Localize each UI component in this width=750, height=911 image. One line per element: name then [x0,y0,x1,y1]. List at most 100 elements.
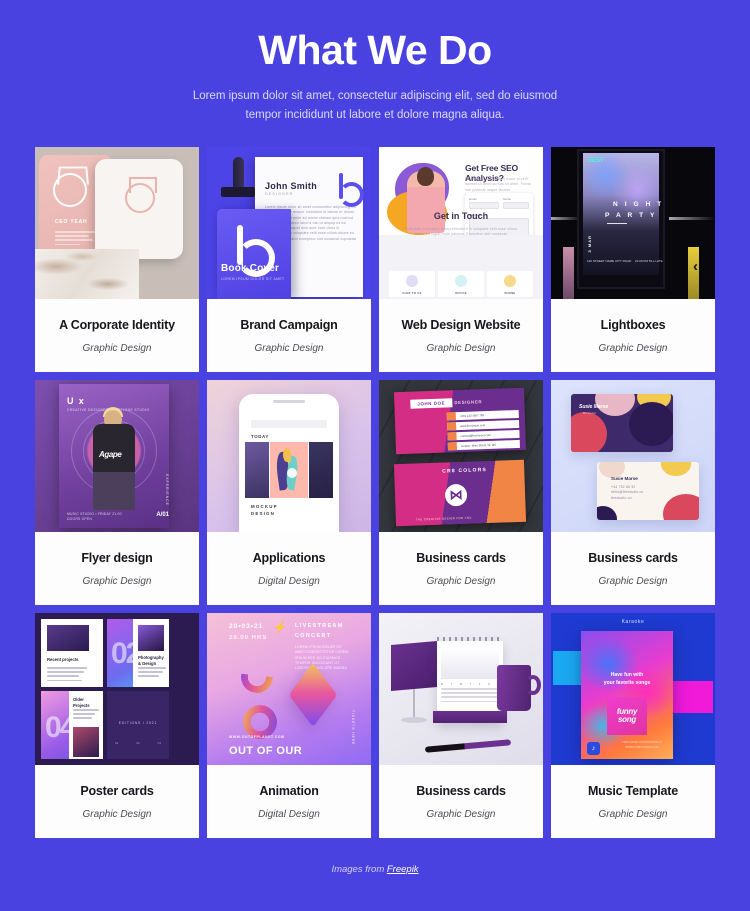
card-role: Director [583,412,597,416]
business-card-back: Susie Marse +44 752 65 32 hello@thestudi… [597,462,699,521]
card-caption: Business cards Graphic Design [551,532,715,606]
page-root: What We Do Lorem ipsum dolor sit amet, c… [0,0,750,911]
thumbnail-lightboxes[interactable]: EEST N I G H T P A R T Y 3 MAR 130 STREE… [551,147,715,300]
portfolio-card[interactable]: 20•03•21 20.00 HRS LIVESTREAM CONCERT LO… [207,613,371,839]
portfolio-card[interactable]: EEST N I G H T P A R T Y 3 MAR 130 STREE… [551,147,715,373]
pen [424,739,512,753]
thumbnail-applications[interactable]: TODAY MOCKUP DESIGN [207,380,371,533]
portfolio-card[interactable]: Susie Marse Director Susie Marse +44 752… [551,380,715,606]
business-card-front: JOHN DOE DESIGNER +001 123 4567 789 www.… [393,387,527,455]
brand-block: funny song [607,697,647,736]
portfolio-card[interactable]: Get Free SEO Analysis? Nec feugiat nisl … [379,147,543,373]
thumbnail-poster-cards[interactable]: Recent projects 02 Photography & Design … [35,613,199,766]
card-subtitle: Graphic Design [82,342,152,354]
card-title: Applications [252,550,326,565]
thumbnail-animation[interactable]: 20•03•21 20.00 HRS LIVESTREAM CONCERT LO… [207,613,371,766]
thumbnail-brand-campaign[interactable]: John Smith DESIGNER Lorem ipsum dolor si… [207,147,371,300]
card-subtitle: Digital Design [258,808,320,820]
contact-row: +001 123 4567 789 [446,409,519,421]
weekday-label: M [441,683,443,687]
flyer-side-text: EXPERIENCE [165,474,169,507]
tile-label: PHONE [504,291,516,295]
book-subtitle: LOREM IPSUM DOLOR SIT AMET [221,277,285,282]
portfolio-card[interactable]: CEO YEAH A Corporate Identity Graphic De… [35,147,199,373]
card-subtitle: Graphic Design [426,575,496,587]
figure-body [93,424,135,511]
card-subtitle: Graphic Design [82,808,152,820]
card-caption: A Corporate Identity Graphic Design [35,299,199,373]
portfolio-card[interactable]: Agape U x CREATIVE DESIGNER SOLUTIONS ST… [35,380,199,606]
text-lines [73,709,99,722]
event-paragraph: LOREM IPSUM DOLOR SIT AMET CONSECTETUR L… [295,645,349,671]
card-name: Susie Marse [611,476,638,482]
contact-text: thestudio.co [611,495,632,500]
table-flag [391,641,437,692]
contact-text: hello@thestudio.co [611,490,644,495]
card-title: Business cards [416,550,506,565]
poster-headline: Have fun with your favorite songs [591,671,663,687]
poster-footer-right: 21:00 PM TILL LATE [635,259,663,264]
portfolio-card[interactable]: Karaoke Have fun with your favorite song… [551,613,715,839]
portfolio-card[interactable]: Recent projects 02 Photography & Design … [35,613,199,839]
calendar-image [441,647,499,680]
poster-photo [73,727,99,758]
portfolio-card[interactable]: John Smith DESIGNER Lorem ipsum dolor si… [207,147,371,373]
dot-label: 02 [136,741,140,746]
weekday-label: T [450,683,453,687]
music-note-icon: ♪ [587,742,600,756]
chat-icon [406,275,418,288]
contact-row: London, Main Street, Nr 125 [447,439,520,451]
thumbnail-web-design-website[interactable]: Get Free SEO Analysis? Nec feugiat nisl … [379,147,543,300]
form-label-email: Email [469,197,477,202]
play-button-icon[interactable] [287,468,297,479]
footer: Images from Freepik [0,864,750,875]
thumbnail-music-template[interactable]: Karaoke Have fun with your favorite song… [551,613,715,766]
mail-icon [447,432,457,441]
card-role: DESIGNER [454,399,483,406]
card-caption: Flyer design Graphic Design [35,532,199,606]
gallery-tile[interactable] [245,442,269,499]
thumbnail-flyer-design[interactable]: Agape U x CREATIVE DESIGNER SOLUTIONS ST… [35,380,199,533]
dot-label: 01 [115,741,119,746]
email-field[interactable] [469,202,499,210]
marble-surface [35,249,139,300]
card-subtitle: Digital Design [258,575,320,587]
mug-handle [525,675,541,696]
contact-text: contact@freelancer.com [460,432,491,439]
section-title: Get in Touch [433,211,489,222]
card-caption: Brand Campaign Graphic Design [207,299,371,373]
name-field[interactable] [503,202,529,210]
globe-icon [447,422,457,431]
weekday-label: F [478,683,481,687]
thumbnail-business-cards-dark[interactable]: JOHN DOE DESIGNER +001 123 4567 789 www.… [379,380,543,533]
portfolio-card[interactable]: TODAY MOCKUP DESIGN Applications Digital… [207,380,371,606]
event-url: WWW.OUTOFPLANET.COM [229,735,285,740]
contact-lines: +44 752 65 32 hello@thestudio.co thestud… [611,485,644,501]
blob-shape [663,494,699,521]
card-subtitle: Graphic Design [82,575,152,587]
contact-tile[interactable]: CHAT TO US [389,271,435,298]
contact-tile[interactable]: PHONE [487,271,533,298]
leaf-illustration [283,448,291,463]
event-hours: 20.00 HRS [229,635,268,642]
thumbnail-business-cards-light[interactable]: Susie Marse Director Susie Marse +44 752… [551,380,715,533]
freepik-link[interactable]: Freepik [387,864,419,875]
portfolio-card[interactable]: M T W T F S S Business cards Gr [379,613,543,839]
gallery-tile[interactable] [309,442,333,499]
monogram-logo-icon [53,173,87,208]
contact-text: +001 123 4567 789 [459,413,485,419]
search-input[interactable] [251,420,327,429]
thumbnail-corporate-identity[interactable]: CEO YEAH [35,147,199,300]
b-logo-icon [337,173,364,208]
contact-tile[interactable]: OFFICE [438,271,484,298]
card-subtitle: Graphic Design [426,342,496,354]
letterhead-name: John Smith [265,181,317,192]
footer-prefix: Images from [331,864,387,875]
portfolio-card[interactable]: JOHN DOE DESIGNER +001 123 4567 789 www.… [379,380,543,606]
calendar-day-rows [441,688,499,703]
thumbnail-stationery[interactable]: M T W T F S S [379,613,543,766]
mockup-label: MOCKUP DESIGN [251,504,278,517]
phone-icon [446,412,456,421]
page-title: What We Do [258,27,492,73]
weekday-label: W [459,683,463,687]
